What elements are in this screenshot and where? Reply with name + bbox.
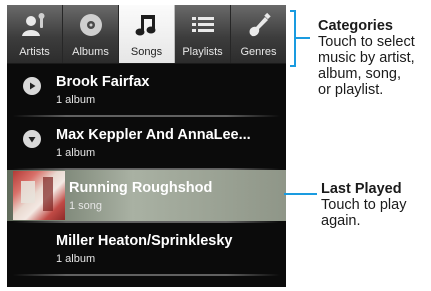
list-item-subtitle: 1 album <box>56 253 96 265</box>
tab-label: Albums <box>72 46 109 58</box>
list-item-title: Running Roughshod <box>69 180 213 196</box>
list-item-subtitle: 1 album <box>56 94 96 106</box>
album-disc-icon <box>76 12 106 38</box>
categories-bracket-arm <box>296 37 310 39</box>
music-note-icon <box>132 12 162 38</box>
list-item-last-played[interactable]: Running Roughshod 1 song <box>7 170 286 221</box>
category-tab-bar: Artists Albums Songs Playlists Genres <box>7 5 286 64</box>
list-item-subtitle: 1 album <box>56 147 96 159</box>
artist-list: Brook Fairfax 1 album Max Keppler And An… <box>7 64 286 276</box>
callout-heading: Categories <box>318 18 393 34</box>
playlist-icon <box>188 12 218 38</box>
list-item[interactable]: Miller Heaton/Sprinklesky 1 album <box>7 223 286 274</box>
expand-down-icon[interactable] <box>23 130 41 148</box>
list-item-title: Miller Heaton/Sprinklesky <box>56 233 233 249</box>
list-item[interactable]: Max Keppler And AnnaLee... 1 album <box>7 117 286 168</box>
play-icon[interactable] <box>23 77 41 95</box>
tab-songs[interactable]: Songs <box>119 5 175 63</box>
tab-playlists[interactable]: Playlists <box>175 5 231 63</box>
phone-screen: Artists Albums Songs Playlists Genres Br… <box>7 5 286 287</box>
figure: Artists Albums Songs Playlists Genres Br… <box>0 0 431 291</box>
last-played-callout: Last Played Touch to play again. <box>321 181 406 229</box>
callout-body: Touch to select music by artist, album, … <box>318 34 415 98</box>
tab-albums[interactable]: Albums <box>63 5 119 63</box>
guitar-icon <box>244 12 274 38</box>
tab-label: Artists <box>19 46 50 58</box>
album-art <box>13 171 65 220</box>
list-item-subtitle: 1 song <box>69 200 103 212</box>
tab-artists[interactable]: Artists <box>7 5 63 63</box>
tab-label: Songs <box>130 46 163 58</box>
list-item[interactable]: Brook Fairfax 1 album <box>7 64 286 115</box>
callout-heading: Last Played <box>321 181 402 197</box>
tab-genres[interactable]: Genres <box>231 5 286 63</box>
categories-callout: Categories Touch to select music by arti… <box>318 18 415 98</box>
divider <box>13 274 280 276</box>
list-item-title: Max Keppler And AnnaLee... <box>56 127 251 143</box>
tab-label: Playlists <box>182 46 223 58</box>
artist-icon <box>20 12 50 38</box>
last-played-pointer <box>284 193 317 195</box>
tab-label: Genres <box>240 46 277 58</box>
callout-body: Touch to play again. <box>321 197 407 229</box>
list-item-title: Brook Fairfax <box>56 74 150 90</box>
